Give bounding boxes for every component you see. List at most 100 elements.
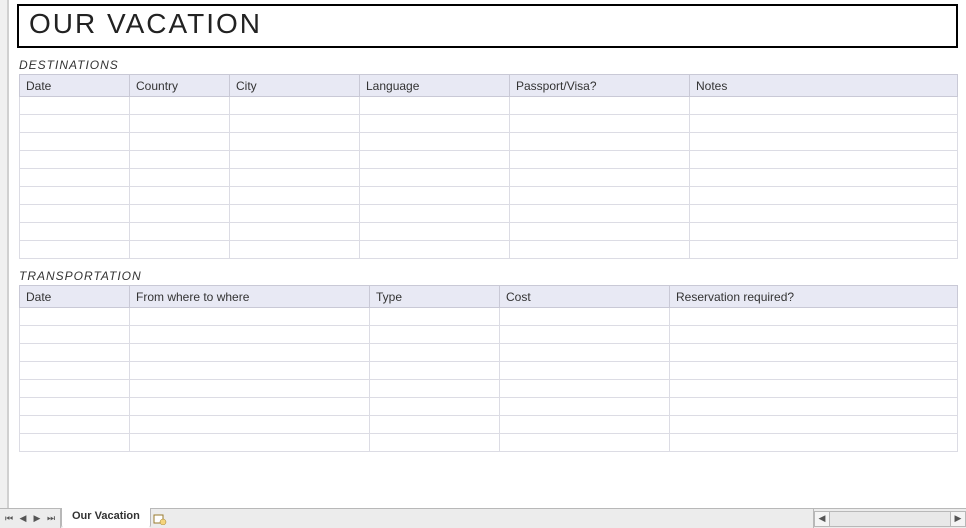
cell[interactable] xyxy=(510,241,690,259)
cell[interactable] xyxy=(510,187,690,205)
scroll-right-icon[interactable]: ▶ xyxy=(950,511,966,527)
cell[interactable] xyxy=(670,362,958,380)
cell[interactable] xyxy=(230,151,360,169)
cell[interactable] xyxy=(20,97,130,115)
cell[interactable] xyxy=(370,326,500,344)
cell[interactable] xyxy=(230,223,360,241)
cell[interactable] xyxy=(510,223,690,241)
cell[interactable] xyxy=(20,205,130,223)
cell[interactable] xyxy=(510,205,690,223)
col-date2[interactable]: Date xyxy=(20,286,130,308)
cell[interactable] xyxy=(690,97,958,115)
cell[interactable] xyxy=(20,380,130,398)
cell[interactable] xyxy=(130,362,370,380)
col-cost[interactable]: Cost xyxy=(500,286,670,308)
cell[interactable] xyxy=(370,380,500,398)
cell[interactable] xyxy=(130,151,230,169)
cell[interactable] xyxy=(130,344,370,362)
cell[interactable] xyxy=(670,326,958,344)
cell[interactable] xyxy=(130,223,230,241)
cell[interactable] xyxy=(690,241,958,259)
cell[interactable] xyxy=(230,205,360,223)
cell[interactable] xyxy=(20,151,130,169)
cell[interactable] xyxy=(130,380,370,398)
col-date[interactable]: Date xyxy=(20,75,130,97)
cell[interactable] xyxy=(360,187,510,205)
cell[interactable] xyxy=(670,416,958,434)
cell[interactable] xyxy=(370,308,500,326)
cell[interactable] xyxy=(20,115,130,133)
cell[interactable] xyxy=(370,398,500,416)
cell[interactable] xyxy=(230,133,360,151)
cell[interactable] xyxy=(20,326,130,344)
cell[interactable] xyxy=(20,223,130,241)
cell[interactable] xyxy=(130,326,370,344)
cell[interactable] xyxy=(500,326,670,344)
cell[interactable] xyxy=(130,115,230,133)
cell[interactable] xyxy=(510,115,690,133)
col-fromto[interactable]: From where to where xyxy=(130,286,370,308)
cell[interactable] xyxy=(510,97,690,115)
cell[interactable] xyxy=(20,398,130,416)
cell[interactable] xyxy=(360,169,510,187)
cell[interactable] xyxy=(690,205,958,223)
cell[interactable] xyxy=(130,308,370,326)
cell[interactable] xyxy=(500,416,670,434)
cell[interactable] xyxy=(670,344,958,362)
cell[interactable] xyxy=(130,187,230,205)
col-country[interactable]: Country xyxy=(130,75,230,97)
cell[interactable] xyxy=(20,187,130,205)
cell[interactable] xyxy=(690,115,958,133)
horizontal-scrollbar[interactable]: ◀ ▶ xyxy=(813,509,966,528)
cell[interactable] xyxy=(230,169,360,187)
cell[interactable] xyxy=(230,241,360,259)
cell[interactable] xyxy=(130,241,230,259)
cell[interactable] xyxy=(20,169,130,187)
cell[interactable] xyxy=(370,344,500,362)
cell[interactable] xyxy=(130,416,370,434)
sheet-tab-active[interactable]: Our Vacation xyxy=(61,508,151,528)
cell[interactable] xyxy=(510,169,690,187)
cell[interactable] xyxy=(360,115,510,133)
cell[interactable] xyxy=(510,151,690,169)
cell[interactable] xyxy=(130,133,230,151)
cell[interactable] xyxy=(130,97,230,115)
cell[interactable] xyxy=(690,151,958,169)
cell[interactable] xyxy=(130,205,230,223)
cell[interactable] xyxy=(20,434,130,452)
new-sheet-icon[interactable] xyxy=(151,509,169,528)
cell[interactable] xyxy=(20,362,130,380)
cell[interactable] xyxy=(500,308,670,326)
cell[interactable] xyxy=(360,223,510,241)
tab-first-icon[interactable]: ⏮ xyxy=(2,512,16,526)
cell[interactable] xyxy=(670,434,958,452)
cell[interactable] xyxy=(690,133,958,151)
cell[interactable] xyxy=(690,187,958,205)
col-notes[interactable]: Notes xyxy=(690,75,958,97)
cell[interactable] xyxy=(360,151,510,169)
cell[interactable] xyxy=(670,380,958,398)
cell[interactable] xyxy=(370,416,500,434)
cell[interactable] xyxy=(370,362,500,380)
tab-last-icon[interactable]: ⏭ xyxy=(44,512,58,526)
cell[interactable] xyxy=(670,398,958,416)
cell[interactable] xyxy=(370,434,500,452)
cell[interactable] xyxy=(360,205,510,223)
cell[interactable] xyxy=(20,416,130,434)
cell[interactable] xyxy=(500,344,670,362)
cell[interactable] xyxy=(20,308,130,326)
cell[interactable] xyxy=(500,362,670,380)
col-passport[interactable]: Passport/Visa? xyxy=(510,75,690,97)
cell[interactable] xyxy=(130,434,370,452)
cell[interactable] xyxy=(20,344,130,362)
tab-next-icon[interactable]: ▶ xyxy=(30,512,44,526)
cell[interactable] xyxy=(20,241,130,259)
col-city[interactable]: City xyxy=(230,75,360,97)
cell[interactable] xyxy=(500,398,670,416)
cell[interactable] xyxy=(360,241,510,259)
cell[interactable] xyxy=(360,97,510,115)
cell[interactable] xyxy=(20,133,130,151)
cell[interactable] xyxy=(510,133,690,151)
scroll-track[interactable] xyxy=(830,511,950,527)
col-reservation[interactable]: Reservation required? xyxy=(670,286,958,308)
